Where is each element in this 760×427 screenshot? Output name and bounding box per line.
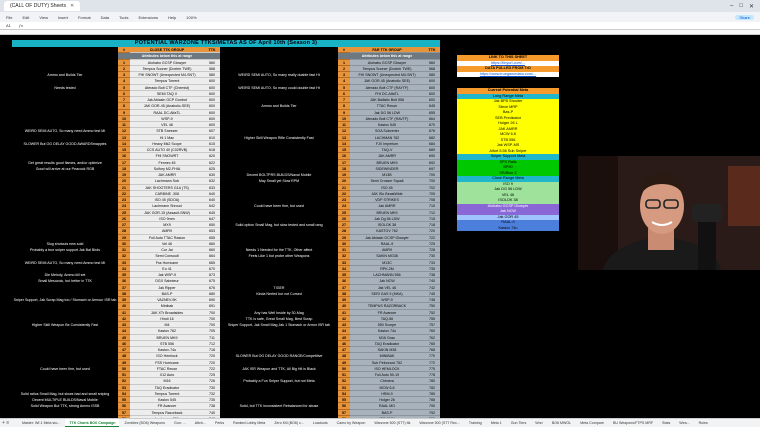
close-weapon-column: CLOSE TTK GROUP Attributes below this at … [130,47,204,427]
sheet-tab[interactable]: Meta 1 [487,419,506,427]
sheet-tab[interactable]: Perks [211,419,228,427]
sheet-banner-title: POTENTIAL WARZONE TTKS/METAS AS OF April… [12,40,440,47]
sheet-tab[interactable]: Zombies (BO6) Weapons [120,419,168,427]
menu-item[interactable]: Help [166,15,178,20]
formula-bar: A1 ƒx [0,22,760,30]
menu-item[interactable]: Extensions [136,15,160,20]
browser-tab-title: (CALL OF DUTY) Sheets [10,3,66,9]
browser-tab[interactable]: (CALL OF DUTY) Sheets ✕ [4,1,81,11]
far-rank-column: #1 2 3 4 5 6 7 8 9 10 11 12 13 14 15 16 17 18 19 20 21 22 23 24… [338,47,350,427]
sheet-tab[interactable]: Warzone 500 (ST7 Rec... [415,419,463,427]
sheet-tab[interactable]: Gun Tiers [507,419,531,427]
sheet-tab[interactable]: Training [465,419,486,427]
far-weapon-column: FAR TTK GROUP Attributes below this at ra… [350,47,424,427]
menu-item[interactable]: File [4,15,14,20]
left-notes-column: Ammo and Builds Tier Needs tested WEIRD SE… [12,47,118,427]
sheet-tab[interactable]: Stats [658,419,674,427]
sheets-window: (CALL OF DUTY) Sheets ✕ – □ ✕ File Edit Vi… [0,0,760,427]
sheet-tab[interactable]: Master: Wf-1 Meta sto... [18,419,64,427]
sheet-tab[interactable]: Warzone 500 (ST7) ttk [370,419,414,427]
sheet-tab[interactable]: BO6 MWOL [548,419,575,427]
sheets-toolbar: File Edit View Insert Format Data Tools Extensi… [0,12,760,22]
sheet-tab[interactable]: Wea... [675,419,693,427]
menu-item[interactable]: Format [76,15,93,20]
sheet-tab[interactable]: TTK Charts BO6 Campaign [65,419,120,427]
zoom-select[interactable]: 100% [184,15,198,20]
sheet-tab[interactable]: Loadouts [309,419,332,427]
webcam-overlay [578,156,760,270]
menu-item[interactable]: Insert [56,15,70,20]
cell-reference[interactable]: A1 [6,23,11,28]
minimize-icon[interactable]: – [730,3,733,10]
fx-icon: ƒx [18,23,24,28]
close-tab-icon[interactable]: ✕ [70,1,74,11]
sheet-tab[interactable]: Wrzr [531,419,547,427]
add-sheet-icon[interactable]: + ≡ [2,420,9,426]
maximize-icon[interactable]: □ [739,3,743,10]
sheet-tab[interactable]: Meta Compare [576,419,608,427]
column-headers [0,30,760,35]
meta-item[interactable]: Kastov 74u [457,225,559,231]
mid-notes-column: WEIRD SEMI AUTO, So many really doable f… [220,47,338,427]
sheet-tab[interactable]: Attch... [191,419,210,427]
sheet-tab[interactable]: Rules [695,419,712,427]
window-controls: – □ ✕ [730,3,760,10]
close-window-icon[interactable]: ✕ [749,3,754,10]
close-rank-column: #1 2 3 4 5 6 7 8 9 10 11 12 13 14 15 16 17 18 19 20 21 22 23 24… [118,47,130,427]
sheet-tab[interactable]: Ranked Lobby Meta [229,419,269,427]
menu-item[interactable]: Data [99,15,111,20]
sheet-tab[interactable]: BU Weapons/FTPS MRF [609,419,657,427]
sheet-tabs-bar: + ≡ Master: Wf-1 Meta sto... TTK Charts B… [0,418,760,427]
sheet-tab[interactable]: Camo by Weapon [333,419,370,427]
browser-chrome: (CALL OF DUTY) Sheets ✕ – □ ✕ [0,0,760,12]
close-ttk-column: TTK 560 568 580 600 600 600 600 600 600 600 600 607 6… [204,47,220,427]
menu-item[interactable]: Tools [117,15,130,20]
info-panel: LINK TO THIS SHEET https://tinyurl.com/..… [457,55,559,231]
menu-item[interactable]: View [37,15,50,20]
menu-item[interactable]: Edit [20,15,31,20]
share-button[interactable]: Share [735,14,754,20]
streamer-image [578,156,760,270]
far-ttk-column: TTK 560 568 580 600 600 600 600 645 655 664 670 676 6… [424,47,440,427]
sheet-tab[interactable]: Gun: ... [170,419,190,427]
sheet-tab[interactable]: Zero Kill (BO6) c... [270,419,308,427]
